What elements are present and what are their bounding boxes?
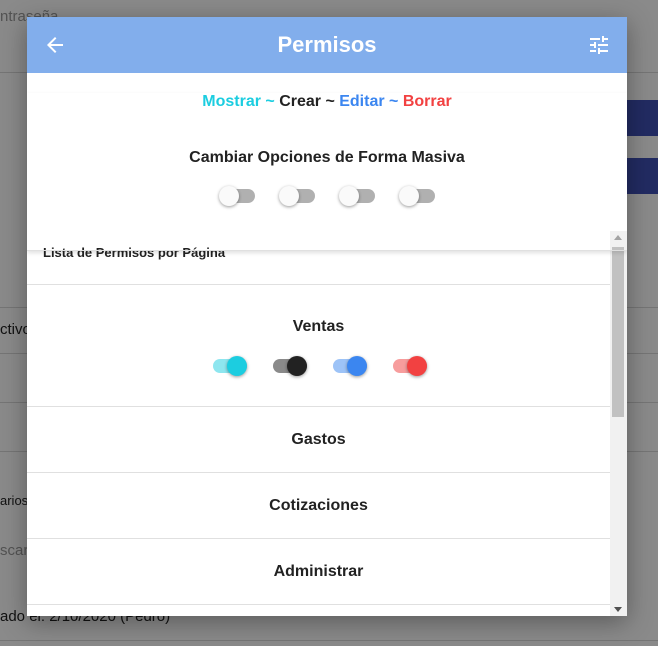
ventas-delete-switch[interactable] (391, 356, 427, 376)
ventas-show-switch[interactable] (211, 356, 247, 376)
bulk-create-switch[interactable] (279, 186, 315, 206)
list-item: Ventas (27, 285, 610, 407)
bulk-switch-row (27, 186, 627, 206)
bulk-edit-switch[interactable] (339, 186, 375, 206)
permission-legend: Mostrar ~ Crear ~ Editar ~ Borrar (27, 93, 627, 113)
arrow-left-icon[interactable] (43, 33, 67, 57)
bulk-show-switch[interactable] (219, 186, 255, 206)
legend-delete: Borrar (402, 93, 452, 110)
tune-icon[interactable] (587, 33, 611, 57)
list-item[interactable]: Gastos (27, 407, 610, 473)
dialog-title: Permisos (277, 32, 377, 57)
legend-create: Crear (279, 93, 321, 110)
permissions-dialog: Permisos Mostrar ~ Crear ~ Editar ~ Borr… (27, 17, 627, 616)
list-item[interactable]: Administrar (27, 539, 610, 605)
page-name-gastos: Gastos (291, 431, 346, 448)
scroll-down-icon[interactable] (614, 607, 622, 612)
legend-edit: Editar (339, 93, 385, 110)
bulk-change-title: Cambiar Opciones de Forma Masiva (189, 149, 465, 166)
page-name-administrar: Administrar (273, 563, 364, 580)
legend-separator: ~ (384, 93, 403, 110)
page-name-cotizaciones: Cotizaciones (269, 497, 368, 514)
ventas-switch-row (27, 356, 610, 376)
list-item[interactable]: Cotizaciones (27, 473, 610, 539)
list-scrollbar[interactable] (610, 231, 627, 616)
bulk-options-section: Mostrar ~ Crear ~ Editar ~ Borrar Cambia… (27, 93, 627, 251)
dialog-header: Permisos (27, 17, 627, 73)
ventas-create-switch[interactable] (271, 356, 307, 376)
legend-separator: ~ (321, 93, 340, 110)
permissions-list[interactable]: Lista de Permisos por Página Ventas Gast… (27, 231, 627, 616)
ventas-edit-switch[interactable] (331, 356, 367, 376)
legend-separator: ~ (260, 93, 280, 110)
scroll-thumb[interactable] (612, 247, 624, 417)
bulk-delete-switch[interactable] (399, 186, 435, 206)
legend-show: Mostrar (202, 93, 261, 110)
page-name-ventas: Ventas (292, 318, 345, 335)
